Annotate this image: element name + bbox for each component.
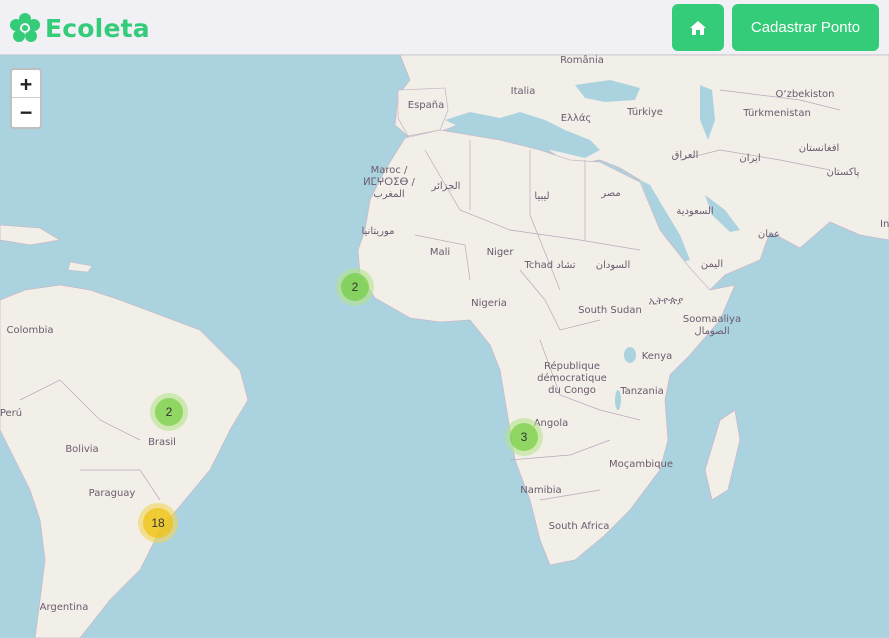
label-iraq: العراق [672,150,699,161]
label-romania: România [560,55,604,66]
label-pakistan: پاکستان [827,167,860,178]
label-south-sudan: South Sudan [578,305,642,316]
label-maroc-3: المغرب [373,189,404,200]
cluster-count: 18 [143,508,173,538]
zoom-control: + − [10,68,42,129]
label-ethiopia: ኢትዮጵያ [649,296,683,307]
marker-cluster[interactable]: 2 [150,393,188,431]
label-iran: ایران [739,153,760,164]
label-niger: Niger [487,247,515,258]
label-drc-2: démocratique [537,372,607,384]
label-turkmenistan: Türkmenistan [742,108,811,119]
label-turkiye: Türkiye [626,107,663,118]
label-namibia: Namibia [520,485,561,496]
label-south-africa: South Africa [549,521,610,532]
cluster-count: 2 [155,398,183,426]
label-mali: Mali [430,247,450,258]
label-espana: España [408,100,444,111]
zoom-out-button[interactable]: − [12,98,40,126]
label-tanzania: Tanzania [619,386,664,397]
label-india-partial: In [880,219,889,230]
label-colombia: Colombia [7,325,54,336]
label-argentina: Argentina [40,602,89,613]
label-mauritania: موريتانيا [361,226,394,237]
zoom-in-button[interactable]: + [12,70,40,98]
brand-logo[interactable]: Ecoleta [10,10,150,46]
label-afghanistan: افغانستان [799,143,840,154]
label-drc-3: du Congo [548,385,596,396]
label-ellas: Ελλάς [561,112,592,124]
label-kenya: Kenya [642,351,673,362]
marker-cluster[interactable]: 3 [505,418,543,456]
top-navbar: Ecoleta Cadastrar Ponto [0,0,889,55]
label-algeria: الجزائر [431,181,461,192]
label-egypt: مصر [600,188,621,199]
label-ozbekiston: O‘zbekiston [776,89,835,100]
cluster-count: 2 [341,273,369,301]
label-tchad: Tchad تشاد [523,260,575,271]
label-saudi: السعودية [676,206,713,217]
label-yemen: اليمن [701,259,723,270]
label-somalia-2: الصومال [694,326,729,337]
cluster-count: 3 [510,423,538,451]
register-point-button[interactable]: Cadastrar Ponto [732,4,879,51]
map-viewport[interactable]: România Italia España Ελλάς Türkiye O‘zb… [0,55,889,638]
label-bolivia: Bolivia [65,444,98,455]
label-nigeria: Nigeria [471,298,507,309]
home-icon [690,20,706,35]
label-mozambique: Moçambique [609,459,673,470]
map-tiles: România Italia España Ελλάς Türkiye O‘zb… [0,55,889,638]
label-oman: عمان [758,229,780,240]
home-button[interactable] [672,4,724,51]
label-peru: Perú [0,407,22,419]
label-libya: ليبيا [534,191,549,202]
label-somalia-1: Soomaaliya [683,314,741,325]
label-italia: Italia [511,86,536,97]
marker-cluster[interactable]: 2 [336,268,374,306]
label-maroc-1: Maroc / [371,165,408,176]
label-sudan: السودان [596,260,631,271]
brand-name: Ecoleta [45,13,150,43]
label-maroc-2: ⵍⵎⵖⵔⵉⴱ / [363,177,415,188]
label-drc-1: République [544,360,600,372]
marker-cluster[interactable]: 18 [138,503,178,543]
label-brasil: Brasil [148,437,176,448]
label-paraguay: Paraguay [89,488,136,499]
recycle-flower-icon [10,13,40,42]
